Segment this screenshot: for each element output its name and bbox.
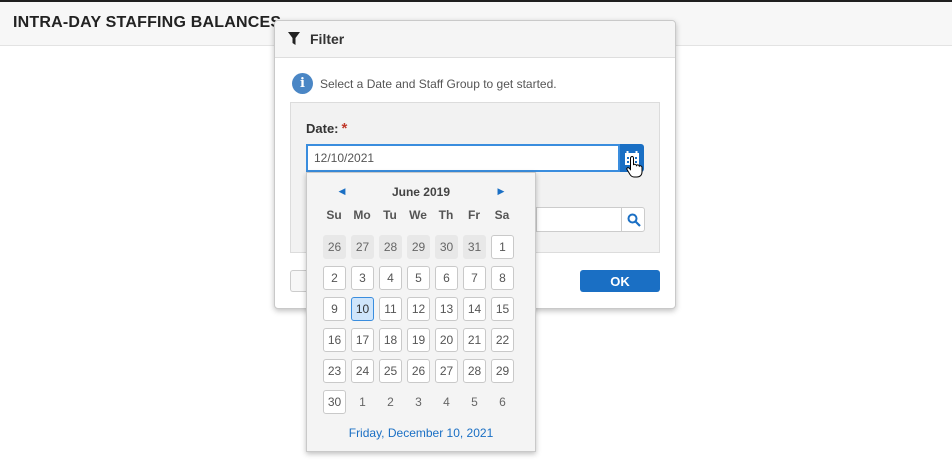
calendar-day[interactable]: 27 (351, 235, 374, 259)
calendar-day[interactable]: 31 (463, 235, 486, 259)
info-message: Select a Date and Staff Group to get sta… (320, 77, 557, 91)
calendar-day[interactable]: 1 (491, 235, 514, 259)
calendar-day[interactable]: 26 (407, 359, 430, 383)
calendar-day[interactable]: 12 (407, 297, 430, 321)
ok-button[interactable]: OK (580, 270, 660, 292)
search-button[interactable] (621, 207, 645, 232)
date-label: Date: * (306, 120, 347, 137)
calendar-day[interactable]: 21 (463, 328, 486, 352)
calendar-day[interactable]: 14 (463, 297, 486, 321)
calendar-day[interactable]: 20 (435, 328, 458, 352)
dialog-title: Filter (310, 31, 345, 47)
calendar-day[interactable]: 27 (435, 359, 458, 383)
today-link[interactable]: Friday, December 10, 2021 (307, 426, 535, 440)
staff-group-input[interactable] (536, 207, 621, 232)
calendar-day[interactable]: 28 (379, 235, 402, 259)
date-input[interactable] (306, 144, 620, 172)
calendar-day[interactable]: 8 (491, 266, 514, 290)
calendar-day[interactable]: 9 (323, 297, 346, 321)
calendar-day[interactable]: 22 (491, 328, 514, 352)
calendar-day[interactable]: 10 (351, 297, 374, 321)
calendar-day[interactable]: 4 (435, 390, 458, 414)
info-icon: i (292, 73, 313, 94)
dialog-header: Filter (275, 21, 675, 58)
calendar-day[interactable]: 17 (351, 328, 374, 352)
calendar-day[interactable]: 26 (323, 235, 346, 259)
calendar-day[interactable]: 29 (491, 359, 514, 383)
calendar-day[interactable]: 11 (379, 297, 402, 321)
calendar-day[interactable]: 3 (351, 266, 374, 290)
calendar-day[interactable]: 6 (435, 266, 458, 290)
calendar-day[interactable]: 4 (379, 266, 402, 290)
calendar-day[interactable]: 5 (463, 390, 486, 414)
hand-cursor-icon (626, 156, 643, 178)
calendar-day[interactable]: 29 (407, 235, 430, 259)
calendar-day[interactable]: 3 (407, 390, 430, 414)
date-picker-calendar: ◀ June 2019 ▶ Su Mo Tu We Th Fr Sa 26 27 28 29 30 3… (306, 172, 536, 452)
calendar-day[interactable]: 19 (407, 328, 430, 352)
calendar-day[interactable]: 2 (379, 390, 402, 414)
weekday-label: Tu (383, 208, 397, 222)
calendar-day[interactable]: 13 (435, 297, 458, 321)
calendar-day[interactable]: 6 (491, 390, 514, 414)
calendar-day[interactable]: 1 (351, 390, 374, 414)
calendar-day[interactable]: 16 (323, 328, 346, 352)
weekday-label: We (409, 208, 427, 222)
calendar-day[interactable]: 25 (379, 359, 402, 383)
weekday-label: Sa (494, 208, 510, 222)
calendar-day[interactable]: 5 (407, 266, 430, 290)
required-marker: * (341, 120, 348, 137)
calendar-day[interactable]: 15 (491, 297, 514, 321)
next-month-icon[interactable]: ▶ (493, 186, 509, 198)
calendar-day[interactable]: 30 (323, 390, 346, 414)
weekday-label: Su (326, 208, 342, 222)
calendar-day[interactable]: 30 (435, 235, 458, 259)
calendar-day[interactable]: 24 (351, 359, 374, 383)
weekday-label: Th (438, 208, 454, 222)
weekday-label: Fr (468, 208, 480, 222)
filter-icon (288, 32, 300, 45)
calendar-day[interactable]: 7 (463, 266, 486, 290)
calendar-day[interactable]: 18 (379, 328, 402, 352)
weekday-label: Mo (353, 208, 371, 222)
calendar-day[interactable]: 2 (323, 266, 346, 290)
calendar-day[interactable]: 23 (323, 359, 346, 383)
search-icon (627, 213, 641, 227)
date-label-text: Date: (306, 121, 339, 136)
calendar-day[interactable]: 28 (463, 359, 486, 383)
page-title: INTRA-DAY STAFFING BALANCES (13, 14, 282, 31)
